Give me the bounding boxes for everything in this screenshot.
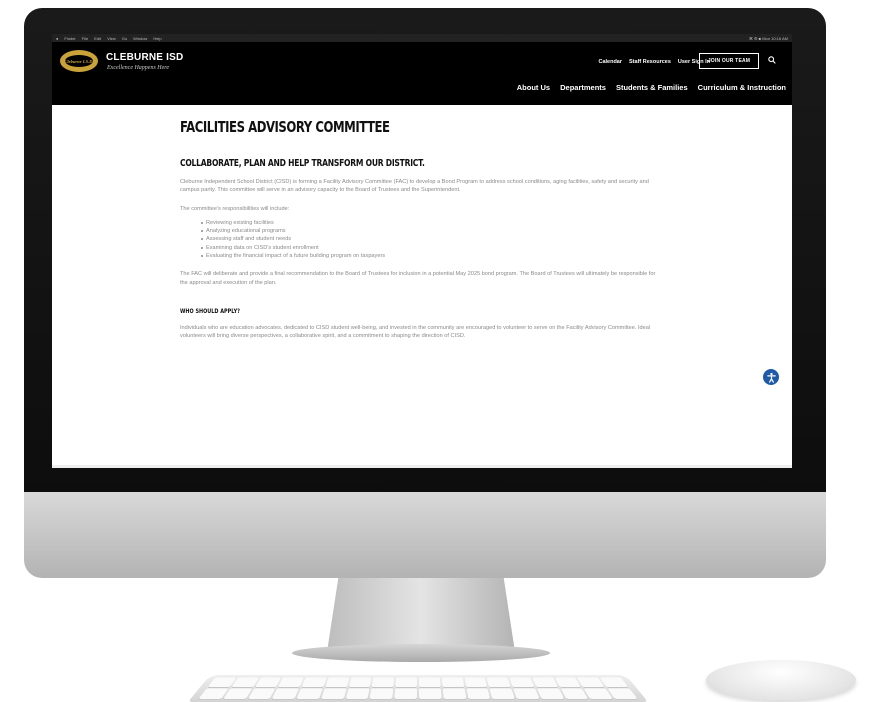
main-content: FACILITIES ADVISORY COMMITTEE COLLABORAT…: [180, 118, 660, 341]
search-icon[interactable]: [768, 56, 776, 64]
screen: ● Finder File Edit View Go Window Help ⌘…: [52, 34, 792, 468]
join-our-team-button[interactable]: JOIN OUR TEAM: [699, 53, 759, 69]
list-item: Assessing staff and student needs: [201, 235, 660, 243]
who-should-apply-heading: WHO SHOULD APPLY?: [180, 307, 241, 315]
menubar-item[interactable]: Go: [122, 36, 127, 41]
list-item: Examining data on CISD's student enrollm…: [201, 244, 660, 252]
brand-name[interactable]: CLEBURNE ISD: [106, 52, 183, 63]
page-title: FACILITIES ADVISORY COMMITTEE: [180, 118, 390, 136]
main-nav: About Us Departments Students & Families…: [517, 83, 786, 92]
apple-icon[interactable]: ●: [56, 36, 58, 41]
menubar-item[interactable]: Edit: [94, 36, 101, 41]
imac-chin: [24, 492, 826, 578]
nav-curriculum-instruction[interactable]: Curriculum & Instruction: [698, 83, 786, 92]
nav-about-us[interactable]: About Us: [517, 83, 550, 92]
who-should-apply-paragraph: Individuals who are education advocates,…: [180, 324, 651, 340]
list-item: Evaluating the financial impact of a fut…: [201, 252, 660, 260]
list-item: Analyzing educational programs: [201, 227, 660, 235]
menubar-item[interactable]: File: [82, 36, 88, 41]
responsibilities-list: Reviewing existing facilities Analyzing …: [180, 219, 660, 260]
imac-stand: [327, 578, 515, 652]
util-link-staff-resources[interactable]: Staff Resources: [629, 59, 671, 65]
responsibilities-intro: The committee's responsibilities will in…: [180, 205, 290, 212]
accessibility-icon: [766, 372, 776, 383]
accessibility-button[interactable]: [763, 369, 779, 385]
nav-students-families[interactable]: Students & Families: [616, 83, 688, 92]
district-logo[interactable]: Cleburne I.S.D.: [60, 50, 98, 72]
logo-text: Cleburne I.S.D.: [64, 55, 94, 67]
nav-departments[interactable]: Departments: [560, 83, 606, 92]
list-item: Reviewing existing facilities: [201, 219, 660, 227]
os-menubar: ● Finder File Edit View Go Window Help ⌘…: [52, 34, 792, 42]
keyboard: [188, 674, 648, 702]
section-heading: COLLABORATE, PLAN AND HELP TRANSFORM OUR…: [180, 158, 425, 169]
menubar-item[interactable]: Window: [133, 36, 147, 41]
intro-paragraph: Cleburne Independent School District (CI…: [180, 179, 649, 194]
utility-nav: Calendar Staff Resources User Sign In: [598, 59, 710, 65]
menubar-item[interactable]: Help: [153, 36, 161, 41]
deliberate-paragraph: The FAC will deliberate and provide a fi…: [180, 271, 656, 286]
screen-bottom-strip: [52, 465, 792, 468]
mouse: [706, 660, 856, 700]
brand-tagline: Excellence Happens Here: [107, 65, 170, 71]
menubar-item[interactable]: View: [107, 36, 116, 41]
site-header: Cleburne I.S.D. CLEBURNE ISD Excellence …: [52, 42, 792, 105]
imac-stand-foot: [292, 644, 550, 662]
menubar-status: ⌘ ⚙ ■ Mon 10:16 AM: [748, 35, 788, 41]
util-link-calendar[interactable]: Calendar: [598, 59, 622, 65]
menubar-item[interactable]: Finder: [64, 36, 75, 41]
